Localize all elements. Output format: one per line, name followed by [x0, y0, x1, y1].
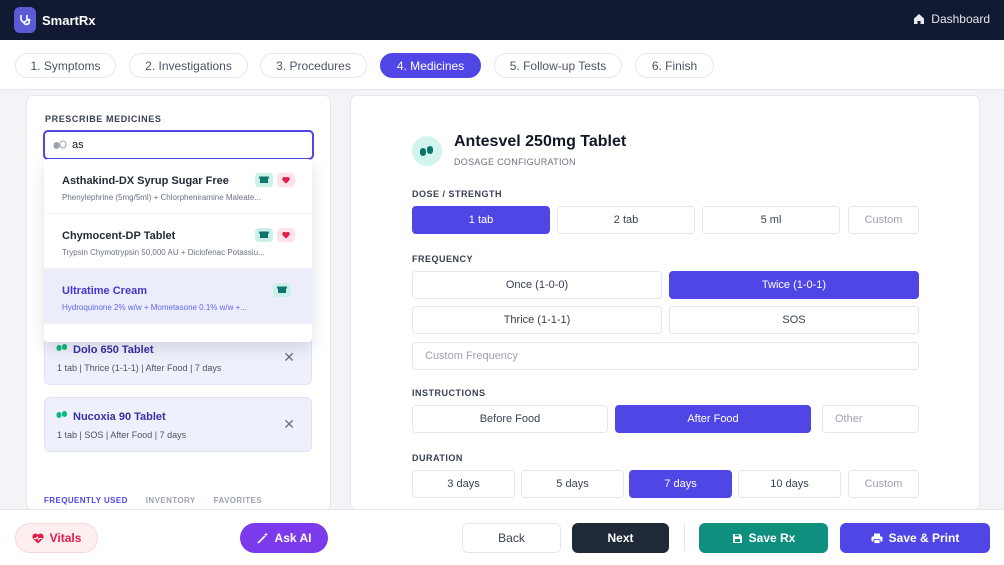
top-bar: SmartRx Dashboard [0, 0, 1004, 40]
frequency-option[interactable]: Thrice (1-1-1) [412, 306, 662, 334]
tab-symptoms[interactable]: 1. Symptoms [15, 53, 116, 78]
dashboard-link[interactable]: Dashboard [913, 12, 990, 26]
heart-icon[interactable] [277, 173, 295, 187]
frequency-option[interactable]: Once (1-0-0) [412, 271, 662, 299]
inventory-icon [255, 173, 273, 187]
inventory-icon [255, 228, 273, 242]
instruction-other-input[interactable]: Other [822, 405, 919, 433]
suggestion-name: Asthakind-DX Syrup Sugar Free [62, 175, 229, 187]
tab-frequently-used[interactable]: FREQUENTLY USED [44, 496, 128, 505]
dashboard-label: Dashboard [931, 12, 990, 26]
tab-favorites[interactable]: FAVORITES [214, 496, 262, 505]
tab-investigations[interactable]: 2. Investigations [129, 53, 248, 78]
heart-pulse-icon [31, 533, 44, 543]
duration-option[interactable]: 10 days [738, 470, 841, 498]
config-subtitle: DOSAGE CONFIGURATION [454, 157, 576, 167]
step-tabs: 1. Symptoms 2. Investigations 3. Procedu… [0, 40, 1004, 90]
tab-follow-up-tests[interactable]: 5. Follow-up Tests [494, 53, 622, 78]
remove-icon[interactable]: ✕ [283, 416, 295, 433]
footer-bar: Vitals Ask AI Back Next Save Rx Save & P… [0, 509, 1004, 565]
save-print-button[interactable]: Save & Print [840, 523, 990, 553]
instruction-option[interactable]: After Food [615, 405, 811, 433]
medicine-search-input[interactable]: as [43, 130, 314, 160]
footer-divider [684, 523, 685, 551]
suggestion-item[interactable]: Ultratime Cream Hydroquinone 2% w/w + Mo… [44, 269, 312, 324]
dose-custom-input[interactable]: Custom [848, 206, 919, 234]
custom-frequency-input[interactable]: Custom Frequency [412, 342, 919, 370]
medicine-detail: 1 tab | Thrice (1-1-1) | After Food | 7 … [57, 363, 222, 373]
dose-option[interactable]: 1 tab [412, 206, 550, 234]
suggestion-item[interactable]: Asthakind-DX Syrup Sugar Free Phenylephr… [44, 159, 312, 214]
frequency-label: FREQUENCY [412, 254, 474, 264]
tab-medicines[interactable]: 4. Medicines [380, 53, 481, 78]
back-button[interactable]: Back [462, 523, 561, 553]
tab-inventory[interactable]: INVENTORY [146, 496, 196, 505]
list-tabs: FREQUENTLY USED INVENTORY FAVORITES [44, 496, 280, 505]
dose-option[interactable]: 2 tab [557, 206, 695, 234]
suggestion-name: Chymocent-DP Tablet [62, 230, 176, 242]
app-name: SmartRx [42, 12, 96, 28]
pill-icon [56, 344, 67, 351]
dose-label: DOSE / STRENGTH [412, 189, 503, 199]
suggestion-item[interactable]: Chymocent-DP Tablet Trypsin Chymotrypsin… [44, 214, 312, 269]
save-icon [732, 533, 742, 543]
vitals-button[interactable]: Vitals [15, 523, 98, 553]
suggestion-composition: Hydroquinone 2% w/w + Mometasone 0.1% w/… [62, 303, 247, 312]
duration-option[interactable]: 7 days [629, 470, 732, 498]
ask-ai-button[interactable]: Ask AI [240, 523, 328, 553]
pill-icon [56, 411, 67, 418]
vitals-label: Vitals [49, 531, 82, 545]
ask-ai-label: Ask AI [274, 531, 312, 545]
save-rx-button[interactable]: Save Rx [699, 523, 828, 553]
save-rx-label: Save Rx [748, 531, 796, 545]
prescribe-title: PRESCRIBE MEDICINES [45, 114, 162, 124]
printer-icon [871, 533, 883, 544]
medicine-name: Nucoxia 90 Tablet [73, 411, 166, 423]
duration-custom-input[interactable]: Custom [848, 470, 919, 498]
tab-procedures[interactable]: 3. Procedures [260, 53, 367, 78]
save-print-label: Save & Print [888, 531, 960, 545]
tab-finish[interactable]: 6. Finish [635, 53, 714, 78]
dosage-panel: Antesvel 250mg Tablet DOSAGE CONFIGURATI… [350, 95, 980, 510]
prescribed-medicine-card[interactable]: Nucoxia 90 Tablet 1 tab | SOS | After Fo… [44, 397, 312, 452]
home-icon [914, 14, 925, 24]
medicine-detail: 1 tab | SOS | After Food | 7 days [57, 430, 187, 440]
remove-icon[interactable]: ✕ [283, 349, 295, 366]
heart-icon[interactable] [277, 228, 295, 242]
magic-wand-icon [256, 532, 268, 544]
pill-icon [53, 140, 67, 149]
inventory-icon [273, 283, 291, 297]
instruction-option[interactable]: Before Food [412, 405, 608, 433]
next-button[interactable]: Next [572, 523, 669, 553]
stethoscope-logo-icon [14, 7, 36, 33]
suggestion-composition: Trypsin Chymotrypsin 50,000 AU + Diclofe… [62, 248, 265, 257]
frequency-option[interactable]: SOS [669, 306, 919, 334]
search-value: as [72, 139, 84, 151]
instructions-label: INSTRUCTIONS [412, 388, 486, 398]
medicine-title: Antesvel 250mg Tablet [454, 133, 627, 150]
dose-option[interactable]: 5 ml [702, 206, 840, 234]
duration-option[interactable]: 3 days [412, 470, 515, 498]
frequency-option[interactable]: Twice (1-0-1) [669, 271, 919, 299]
duration-label: DURATION [412, 453, 463, 463]
suggestions-dropdown: Asthakind-DX Syrup Sugar Free Phenylephr… [44, 159, 312, 342]
suggestion-composition: Phenylephrine (5mg/5ml) + Chlorphenirami… [62, 193, 261, 202]
suggestion-name: Ultratime Cream [62, 285, 147, 297]
medicine-name: Dolo 650 Tablet [73, 344, 154, 356]
duration-option[interactable]: 5 days [521, 470, 624, 498]
capsule-icon [412, 136, 442, 166]
